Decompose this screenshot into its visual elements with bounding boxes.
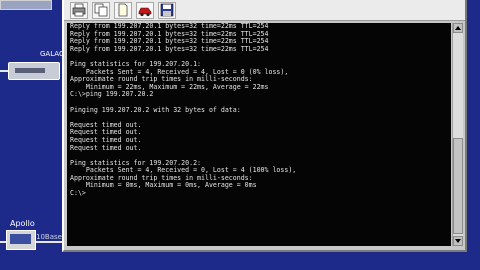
node-label-galac: GALAC xyxy=(40,50,64,58)
toolbar xyxy=(64,0,465,21)
car-icon[interactable] xyxy=(136,1,154,19)
network-device-top[interactable] xyxy=(0,0,52,10)
console-window[interactable]: Reply from 199.207.20.1 bytes=32 time=22… xyxy=(62,0,467,252)
printer-icon[interactable] xyxy=(70,1,88,19)
console-line: Pinging 199.207.20.2 with 32 bytes of da… xyxy=(70,105,241,114)
scroll-thumb[interactable] xyxy=(453,138,463,234)
vertical-scrollbar[interactable] xyxy=(452,23,463,246)
page-icon[interactable] xyxy=(114,1,132,19)
console-line: Minimum = 0ms, Maximum = 0ms, Average = … xyxy=(70,181,257,190)
network-link xyxy=(34,241,62,243)
console-line: C:\> xyxy=(70,189,86,198)
node-label-apollo: Apollo xyxy=(10,219,35,228)
console-output[interactable]: Reply from 199.207.20.1 bytes=32 time=22… xyxy=(67,23,451,246)
scroll-up-button[interactable] xyxy=(453,23,463,33)
computer-icon[interactable] xyxy=(6,230,36,250)
copy-icon[interactable] xyxy=(92,1,110,19)
console-line: Request timed out. xyxy=(70,143,142,152)
console-text: Reply from 199.207.20.1 bytes=32 time=22… xyxy=(67,23,451,198)
router-icon[interactable] xyxy=(8,62,60,80)
console-line: C:\>ping 199.207.20.2 xyxy=(70,90,154,99)
save-icon[interactable] xyxy=(158,1,176,19)
console-line: Reply from 199.207.20.1 bytes=32 time=22… xyxy=(70,44,269,53)
scroll-down-button[interactable] xyxy=(453,236,463,246)
